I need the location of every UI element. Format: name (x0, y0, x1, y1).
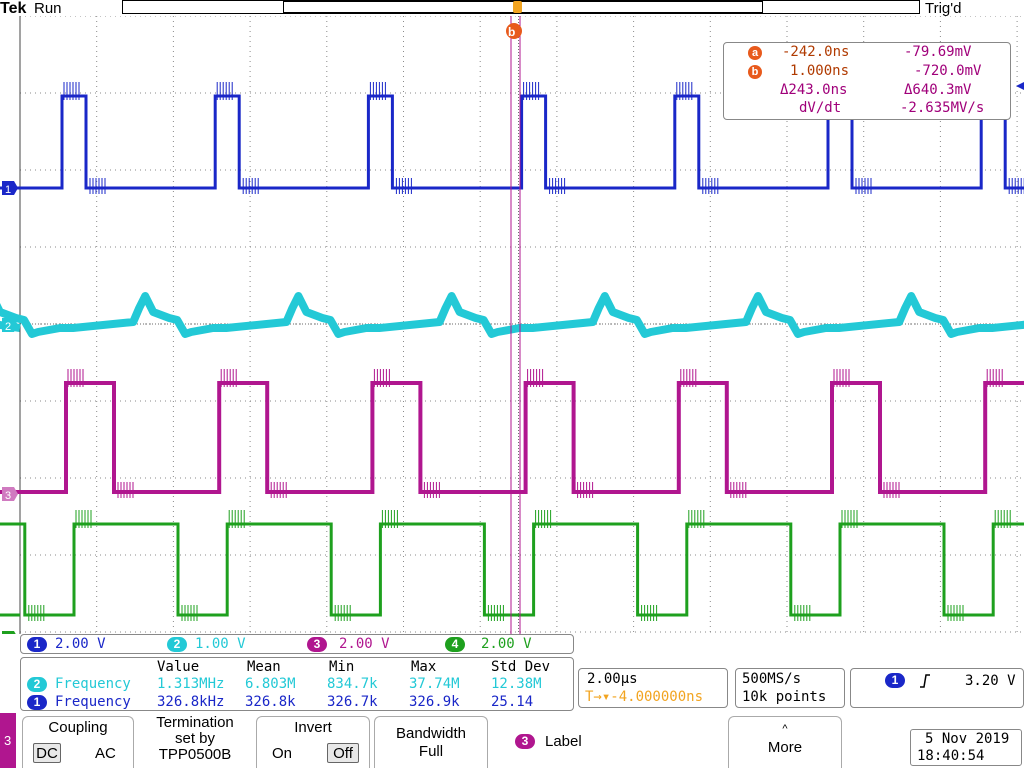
termination-button[interactable]: Termination set by TPP0500B (138, 714, 252, 768)
trigger-position-icon (513, 1, 522, 13)
svg-text:3: 3 (5, 490, 11, 502)
trigger-source: 1 (885, 673, 905, 688)
horizontal-scale: 2.00µs (587, 671, 638, 687)
acquisition-state: Run (34, 0, 62, 17)
sampling-readout[interactable]: 500MS/s 10k points (735, 668, 845, 708)
waveforms (0, 82, 1024, 621)
cursor-a-icon: a (748, 46, 762, 60)
record-length: 10k points (742, 689, 827, 705)
label-button[interactable]: 3 Label (492, 716, 606, 768)
trigger-state: Trig'd (925, 0, 962, 17)
cursor-a-time: -242.0ns (782, 44, 850, 60)
channel-menu-tab[interactable]: 3 (0, 713, 16, 768)
coupling-button[interactable]: Coupling DC AC (22, 716, 134, 768)
time: 18:40:54 (917, 748, 985, 764)
channel-scale-bar: 1 2.00 V 2 1.00 V 3 2.00 V 4 2.00 V (20, 634, 574, 654)
dvdt-value: -2.635MV/s (900, 100, 985, 116)
coupling-dc-option[interactable]: DC (33, 743, 61, 763)
cursor-b-time: 1.000ns (790, 63, 850, 79)
svg-text:b: b (508, 25, 515, 39)
dvdt-label: dV/dt (799, 100, 842, 116)
col-min-header: Min (329, 659, 355, 675)
invert-on-option[interactable]: On (272, 745, 292, 762)
cursor-delta-time: Δ243.0ns (780, 82, 848, 98)
col-max-header: Max (411, 659, 437, 675)
record-view-window[interactable] (283, 1, 763, 13)
horizontal-delay: T→▾-4.000000ns (585, 689, 704, 705)
rising-edge-icon (920, 674, 930, 688)
trigger-readout[interactable]: 1 3.20 V (850, 668, 1024, 708)
invert-button[interactable]: Invert On Off (256, 716, 370, 768)
table-row[interactable]: 2 Frequency 1.313MHz 6.803M 834.7k 37.74… (21, 676, 573, 694)
cursor-b-voltage: -720.0mV (914, 63, 982, 79)
col-mean-header: Mean (247, 659, 281, 675)
date-time: 5 Nov 2019 18:40:54 (910, 729, 1022, 766)
trigger-level-marker (1016, 82, 1024, 90)
cursor-b-icon: b (748, 65, 762, 79)
bandwidth-button[interactable]: Bandwidth Full (374, 716, 488, 768)
cursor-delta-voltage: Δ640.3mV (904, 82, 972, 98)
measurement-table[interactable]: Value Mean Min Max Std Dev 2 Frequency 1… (20, 657, 574, 711)
svg-text:2: 2 (5, 321, 11, 333)
svg-text:1: 1 (5, 184, 11, 196)
col-value-header: Value (157, 659, 200, 675)
chevron-up-icon: ^ (782, 723, 788, 735)
cursor-a-voltage: -79.69mV (904, 44, 972, 60)
col-stddev-header: Std Dev (491, 659, 551, 675)
coupling-ac-option[interactable]: AC (95, 745, 116, 762)
cursor-readout: a -242.0ns -79.69mV b 1.000ns -720.0mV Δ… (723, 42, 1011, 120)
table-row[interactable]: 1 Frequency 326.8kHz 326.8k 326.7k 326.9… (21, 694, 573, 712)
date: 5 Nov 2019 (925, 731, 1010, 747)
trigger-level: 3.20 V (965, 673, 1016, 689)
sample-rate: 500MS/s (742, 671, 802, 687)
ch4-ground-marker (2, 631, 16, 634)
invert-off-option[interactable]: Off (327, 743, 359, 763)
cursor-b-marker-icon[interactable]: b (506, 23, 522, 39)
timebase-readout[interactable]: 2.00µs T→▾-4.000000ns (578, 668, 728, 708)
channel-markers[interactable]: 1 2 3 (2, 181, 18, 634)
more-button[interactable]: ^ More (728, 716, 842, 768)
